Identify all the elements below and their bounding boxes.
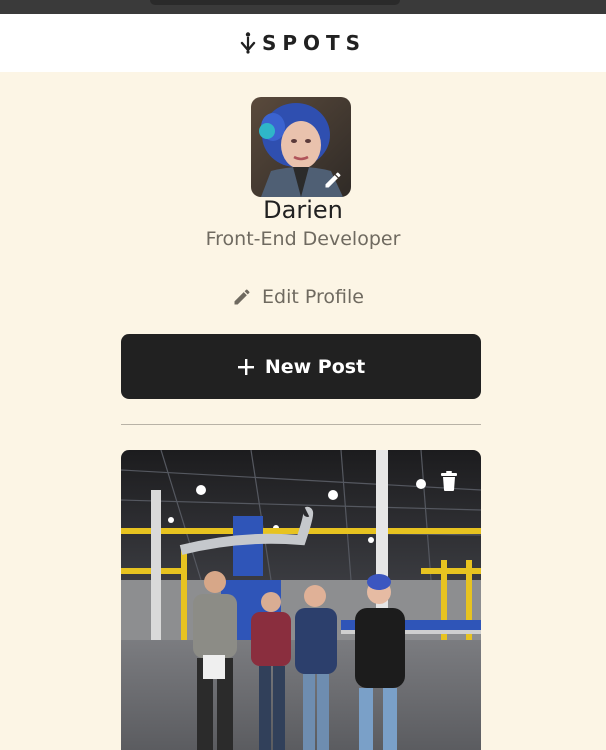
post-card[interactable]: [121, 450, 481, 750]
edit-profile-button[interactable]: Edit Profile: [232, 286, 364, 308]
profile-name: Darien: [263, 196, 343, 224]
browser-address-pill: [150, 0, 400, 5]
spots-logo-icon: [240, 32, 256, 54]
avatar-edit-button[interactable]: [315, 162, 351, 198]
new-post-label: New Post: [264, 355, 366, 378]
logo-text: SPOTS: [261, 31, 367, 55]
plus-icon: [237, 358, 254, 375]
profile-role: Front-End Developer: [205, 228, 401, 250]
pencil-icon: [234, 289, 250, 305]
trash-icon: [441, 471, 457, 491]
browser-top-bar: [0, 0, 606, 14]
edit-profile-label: Edit Profile: [262, 286, 364, 308]
site-header: SPOTS: [0, 14, 606, 72]
post-image: [121, 450, 481, 750]
profile-page: Darien Front-End Developer Edit Profile …: [0, 72, 606, 750]
pencil-icon: [325, 172, 341, 188]
section-divider: [121, 424, 481, 425]
new-post-button[interactable]: New Post: [121, 334, 481, 399]
site-logo[interactable]: SPOTS: [240, 31, 366, 55]
delete-post-button[interactable]: [432, 464, 466, 498]
